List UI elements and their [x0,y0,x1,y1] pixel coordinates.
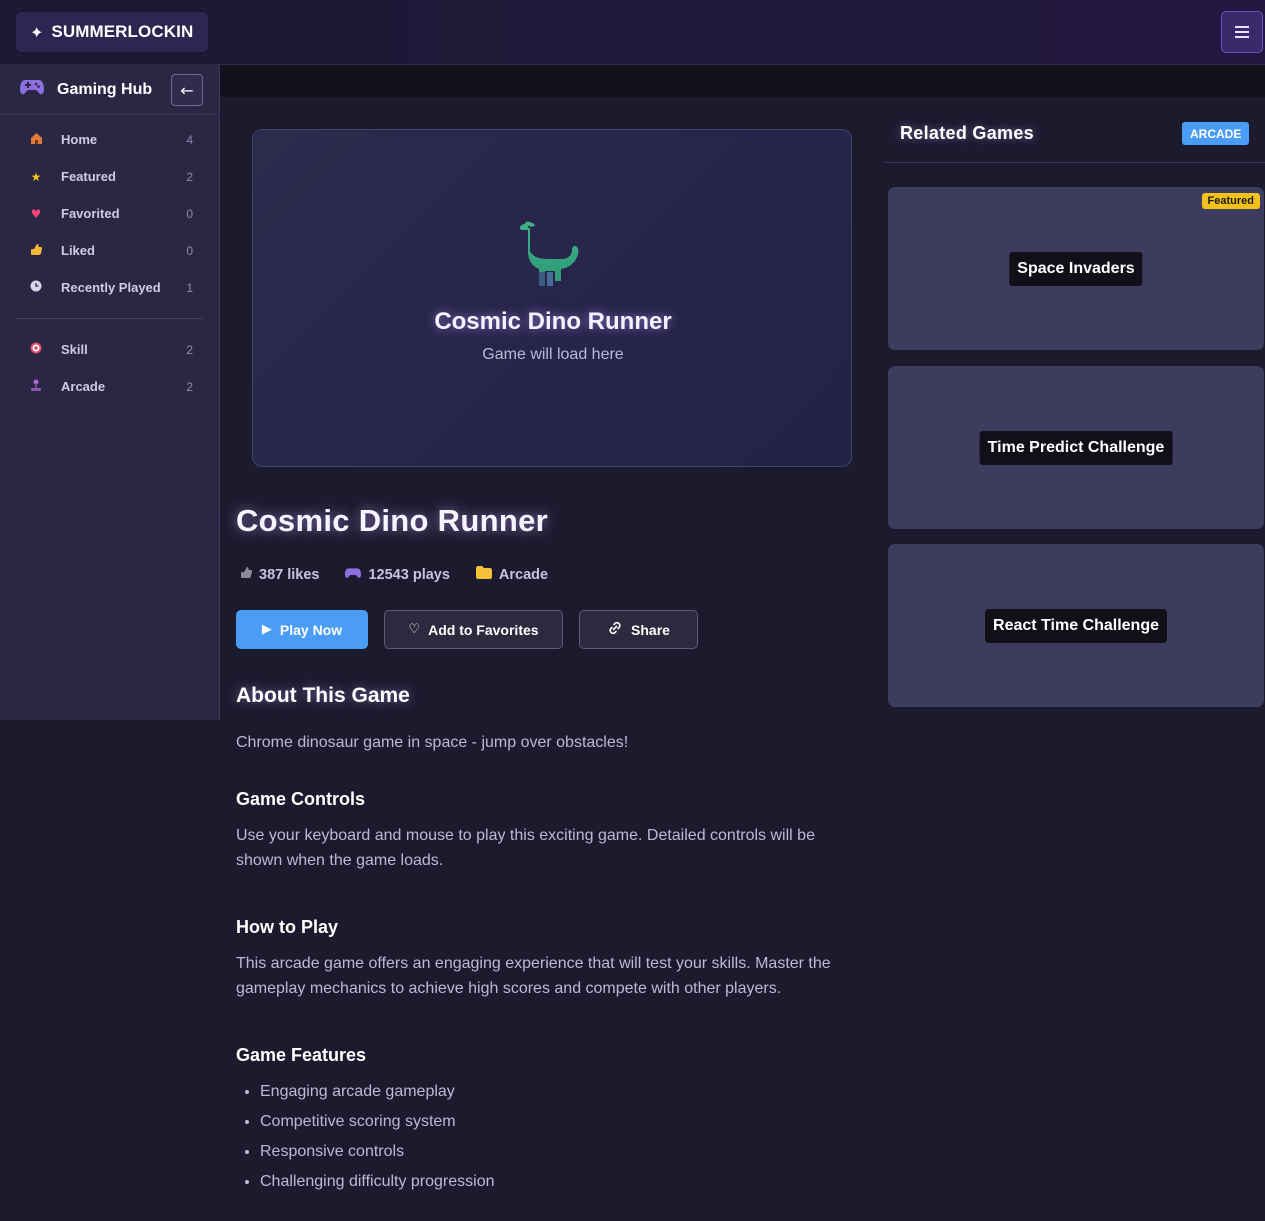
game-description: Chrome dinosaur game in space - jump ove… [236,734,629,751]
related-game-title: Time Predict Challenge [979,430,1173,465]
plays-count: 12543 plays [368,566,450,583]
sidebar-categories: Skill 2 Arcade 2 [0,331,219,405]
likes-count: 387 likes [259,566,320,583]
sidebar-item-liked[interactable]: Liked 0 [0,232,219,269]
sidebar-item-label: Favorited [61,206,120,221]
likes-stat: 387 likes [240,566,319,583]
menu-button[interactable] [1221,11,1263,53]
sidebar-item-label: Liked [61,243,95,258]
sidebar-item-label: Home [61,132,98,147]
related-game-card[interactable]: React Time Challenge [888,544,1264,707]
game-frame-subtitle: Game will load here [482,346,624,363]
sidebar-item-count: 4 [186,132,193,147]
game-frame[interactable]: Cosmic Dino Runner Game will load here [252,129,852,467]
about-heading: About This Game [236,684,410,707]
sidebar-item-arcade[interactable]: Arcade 2 [0,368,219,405]
sidebar-divider [16,318,203,319]
sidebar-item-label: Skill [61,342,88,357]
sidebar-nav: Home 4 ★ Featured 2 ♥ Favorited 0 Liked … [0,115,219,306]
related-game-title: React Time Challenge [985,608,1167,643]
clock-icon [28,280,44,295]
related-games-header: Related Games ARCADE [884,97,1265,163]
sidebar-item-home[interactable]: Home 4 [0,121,219,158]
brand-name: SUMMERLOCKIN [51,22,194,41]
features-heading: Game Features [236,1045,367,1065]
game-title: Cosmic Dino Runner [236,503,548,538]
list-item: Engaging arcade gameplay [260,1079,495,1109]
how-to-play-heading: How to Play [236,917,339,937]
related-game-card[interactable]: Time Predict Challenge [888,366,1264,529]
controls-heading: Game Controls [236,789,366,809]
heart-outline-icon: ♡ [408,622,421,637]
sidebar-item-label: Recently Played [61,280,161,295]
list-item: Competitive scoring system [260,1109,495,1139]
sidebar-title: Gaming Hub [57,80,153,98]
play-icon: ▶ [261,622,272,637]
add-to-favorites-button[interactable]: ♡ Add to Favorites [384,610,563,649]
arrow-left-icon: ← [180,80,194,100]
sidebar-item-skill[interactable]: Skill 2 [0,331,219,368]
thumbs-up-icon [28,243,44,259]
list-item: Challenging difficulty progression [260,1169,495,1199]
sidebar-item-favorited[interactable]: ♥ Favorited 0 [0,195,219,232]
play-now-label: Play Now [279,621,343,638]
sidebar-item-featured[interactable]: ★ Featured 2 [0,158,219,195]
list-item: Responsive controls [260,1139,495,1169]
sidebar-item-count: 1 [186,280,193,295]
related-game-card[interactable]: Featured Space Invaders [888,187,1264,350]
target-icon [28,342,44,357]
brand-logo[interactable]: ✦ SUMMERLOCKIN [16,12,208,52]
related-games-title: Related Games [900,123,1034,143]
controls-text: Use your keyboard and mouse to play this… [236,827,815,869]
content-top-strip [220,65,1265,97]
collapse-sidebar-button[interactable]: ← [171,74,203,106]
featured-badge: Featured [1201,193,1260,209]
play-now-button[interactable]: ▶ Play Now [236,610,368,649]
hamburger-menu-icon [1235,26,1249,38]
how-to-play-text: This arcade game offers an engaging expe… [236,955,831,997]
add-to-favorites-label: Add to Favorites [428,621,539,638]
sidebar-item-count: 0 [186,206,193,221]
share-label: Share [631,621,670,638]
star-icon: ★ [30,169,42,184]
gamepad-icon [345,567,362,583]
sidebar-item-label: Arcade [61,379,106,394]
sidebar-item-label: Featured [61,169,116,184]
house-icon [28,132,44,148]
share-button[interactable]: Share [579,610,698,649]
category-label: Arcade [498,566,549,583]
category-stat: Arcade [475,566,549,583]
dinosaur-icon [520,221,579,286]
gamepad-icon [20,77,46,102]
heart-icon: ♥ [30,206,42,221]
link-icon [607,620,623,640]
joystick-icon [28,379,44,395]
sparkle-icon: ✦ [30,22,44,42]
sidebar-item-count: 2 [186,342,193,357]
thumbs-up-icon [240,566,252,583]
plays-stat: 12543 plays [345,566,450,583]
sidebar-item-count: 2 [186,169,193,184]
top-bar: ✦ SUMMERLOCKIN [0,0,1265,65]
sidebar-item-count: 2 [186,379,193,394]
related-game-title: Space Invaders [1009,251,1143,286]
features-list: Engaging arcade gameplay Competitive sco… [260,1079,495,1199]
category-badge: ARCADE [1182,122,1250,145]
sidebar-header: Gaming Hub ← [0,65,219,115]
game-stats: 387 likes 12543 plays Arcade [240,566,548,583]
sidebar: Gaming Hub ← Home 4 ★ Featured 2 ♥ Favor… [0,65,220,720]
sidebar-item-recently-played[interactable]: Recently Played 1 [0,269,219,306]
sidebar-item-count: 0 [186,243,193,258]
folder-icon [475,566,492,583]
game-frame-title: Cosmic Dino Runner [434,308,672,335]
